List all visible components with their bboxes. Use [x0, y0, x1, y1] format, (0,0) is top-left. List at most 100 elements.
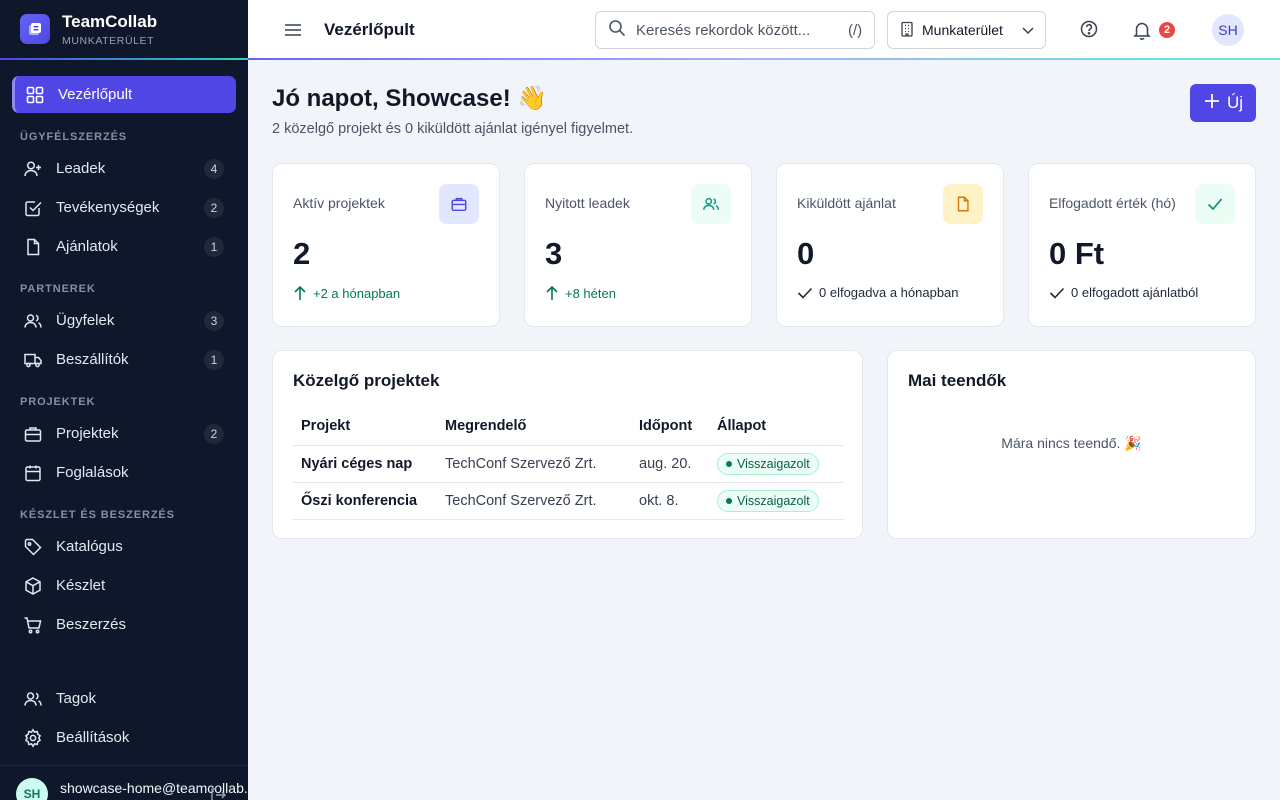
sidebar-bottom-nav: Tagok Beállítások — [12, 680, 236, 758]
sidebar-item-label: Beállítások — [56, 729, 130, 746]
column-header-project[interactable]: Projekt — [293, 408, 437, 446]
sidebar-item-label: Foglalások — [56, 464, 129, 481]
sidebar-item-label: Beszállítók — [56, 351, 129, 368]
menu-icon[interactable] — [282, 19, 304, 41]
sidebar-item-activities[interactable]: Tevékenységek 2 — [12, 189, 236, 226]
user-plus-icon — [22, 158, 44, 180]
notification-badge: 2 — [1159, 22, 1175, 38]
count-badge: 2 — [204, 423, 224, 444]
sidebar-section-acquisition: ÜGYFÉLSZERZÉS — [20, 131, 128, 143]
stat-card-open-leads[interactable]: Nyitott leadek 3 +8 héten — [524, 163, 752, 327]
brand[interactable]: TeamCollab MUNKATERÜLET — [0, 0, 248, 60]
sidebar-item-catalog[interactable]: Katalógus — [12, 528, 236, 565]
check-icon — [1195, 184, 1235, 224]
project-name[interactable]: Őszi konferencia — [293, 482, 437, 520]
project-date: aug. 20. — [631, 445, 709, 483]
status-text: Visszaigazolt — [737, 456, 810, 471]
count-badge: 1 — [204, 349, 224, 370]
sidebar-item-label: Tagok — [56, 690, 97, 707]
sidebar-item-projects[interactable]: Projektek 2 — [12, 415, 236, 452]
arrow-up-icon — [293, 285, 307, 301]
help-icon[interactable] — [1079, 19, 1099, 44]
avatar[interactable]: SH — [1212, 14, 1244, 46]
checkbox-icon — [22, 197, 44, 219]
topbar: Vezérlőpult (/) Munkaterület 2 SH — [248, 0, 1280, 60]
table-row[interactable]: Nyári céges nap TechConf Szervező Zrt. a… — [293, 445, 844, 483]
check-icon — [1049, 286, 1065, 300]
brand-name: TeamCollab — [62, 11, 158, 31]
workspace-label: Munkaterület — [922, 22, 1003, 38]
sidebar-item-offers[interactable]: Ajánlatok 1 — [12, 228, 236, 265]
sidebar-item-label: Leadek — [56, 160, 106, 177]
stat-label: Kiküldött ajánlat — [797, 195, 896, 211]
upcoming-projects-table: Projekt Megrendelő Időpont Állapot Nyári… — [293, 408, 844, 520]
count-badge: 4 — [204, 158, 224, 179]
sidebar-item-label: Vezérlőpult — [58, 86, 133, 103]
table-row[interactable]: Őszi konferencia TechConf Szervező Zrt. … — [293, 482, 844, 520]
stat-trend-text: +2 a hónapban — [313, 285, 401, 301]
sidebar-item-settings[interactable]: Beállítások — [12, 719, 236, 756]
stat-card-accepted-value[interactable]: Elfogadott érték (hó) 0 Ft 0 elfogadott … — [1028, 163, 1256, 327]
plus-icon — [1203, 92, 1221, 114]
sidebar-item-label: Ügyfelek — [56, 312, 115, 329]
greeting-subline: 2 közelgő projekt és 0 kiküldött ajánlat… — [272, 121, 634, 137]
document-icon — [22, 236, 44, 258]
check-icon — [797, 286, 813, 300]
workspace-select[interactable]: Munkaterület — [887, 11, 1046, 49]
stat-card-sent-offers[interactable]: Kiküldött ajánlat 0 0 elfogadva a hónapb… — [776, 163, 1004, 327]
stat-trend: 0 elfogadva a hónapban — [797, 285, 959, 300]
count-badge: 1 — [204, 236, 224, 257]
search-icon — [608, 19, 626, 42]
avatar: SH — [16, 778, 48, 800]
sidebar: TeamCollab MUNKATERÜLET Vezérlőpult ÜGYF… — [0, 0, 248, 800]
column-header-status[interactable]: Állapot — [709, 408, 844, 446]
stat-value: 0 — [797, 236, 815, 271]
stat-label: Aktív projektek — [293, 195, 385, 211]
stat-trend-text: 0 elfogadva a hónapban — [819, 285, 959, 300]
sidebar-item-label: Készlet — [56, 577, 106, 594]
truck-icon — [22, 349, 44, 371]
stat-trend: 0 elfogadott ajánlatból — [1049, 285, 1198, 300]
sidebar-item-stock[interactable]: Készlet — [12, 567, 236, 604]
new-button[interactable]: Új — [1190, 84, 1256, 122]
sidebar-item-label: Tevékenységek — [56, 199, 160, 216]
sidebar-nav: Vezérlőpult ÜGYFÉLSZERZÉS Leadek 4 Tevék… — [0, 60, 248, 643]
building-icon — [900, 21, 914, 40]
brand-subtitle: MUNKATERÜLET — [62, 34, 155, 47]
sidebar-item-clients[interactable]: Ügyfelek 3 — [12, 302, 236, 339]
stat-label: Nyitott leadek — [545, 195, 630, 211]
stat-trend-text: +8 héten — [565, 285, 616, 301]
sidebar-item-procurement[interactable]: Beszerzés — [12, 606, 236, 643]
box-icon — [22, 575, 44, 597]
column-header-client[interactable]: Megrendelő — [437, 408, 631, 446]
panel-title: Közelgő projektek — [293, 371, 440, 390]
status-dot — [726, 497, 732, 504]
stat-card-active-projects[interactable]: Aktív projektek 2 +2 a hónapban — [272, 163, 500, 327]
status-text: Visszaigazolt — [737, 493, 810, 508]
briefcase-icon — [439, 184, 479, 224]
bell-icon[interactable] — [1132, 19, 1152, 46]
column-header-date[interactable]: Időpont — [631, 408, 709, 446]
sidebar-section-partners: PARTNEREK — [20, 283, 96, 295]
new-button-label: Új — [1226, 93, 1244, 112]
search-input[interactable] — [636, 21, 846, 39]
sidebar-item-dashboard[interactable]: Vezérlőpult — [12, 76, 236, 113]
users-icon — [22, 688, 44, 710]
sidebar-item-label: Ajánlatok — [56, 238, 118, 255]
status-dot — [726, 460, 732, 467]
stat-trend: +8 héten — [545, 285, 616, 301]
sidebar-item-leads[interactable]: Leadek 4 — [12, 150, 236, 187]
sidebar-item-label: Projektek — [56, 425, 119, 442]
sidebar-item-suppliers[interactable]: Beszállítók 1 — [12, 341, 236, 378]
main-content: Jó napot, Showcase! 👋 2 közelgő projekt … — [248, 60, 1280, 800]
todays-tasks-panel: Mai teendők Mára nincs teendő. 🎉 — [887, 350, 1256, 539]
sidebar-item-bookings[interactable]: Foglalások — [12, 454, 236, 491]
search-box[interactable]: (/) — [595, 11, 875, 49]
count-badge: 2 — [204, 197, 224, 218]
logout-icon[interactable] — [210, 788, 226, 800]
project-name[interactable]: Nyári céges nap — [293, 445, 437, 483]
tag-icon — [22, 536, 44, 558]
document-icon — [943, 184, 983, 224]
sidebar-section-projects: PROJEKTEK — [20, 396, 96, 408]
sidebar-item-members[interactable]: Tagok — [12, 680, 236, 717]
